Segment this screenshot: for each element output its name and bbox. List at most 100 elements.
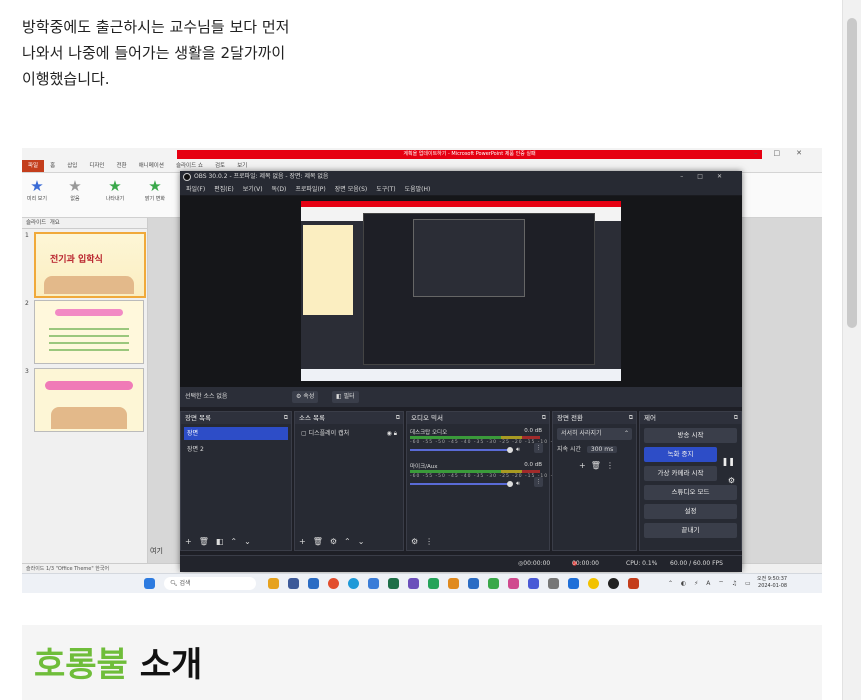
start-streaming-button[interactable]: 방송 시작 [644, 428, 737, 443]
obs-taskbar-icon[interactable] [608, 578, 619, 589]
effect-brightness-button[interactable]: ★ 밝기 변화 [142, 177, 168, 202]
slide-thumbnail-2[interactable] [34, 300, 144, 364]
remove-scene-icon[interactable]: 🗑 [199, 537, 209, 546]
speaker-icon[interactable]: 🔊︎ [516, 446, 520, 454]
scene-filter-icon[interactable]: ◧ [216, 537, 224, 546]
taskbar-search[interactable]: 🔍︎ 검색 [164, 577, 256, 590]
slide-thumbnail-3[interactable] [34, 368, 144, 432]
duration-input[interactable]: 300 ms [586, 446, 618, 453]
visibility-lock-icons[interactable]: ◉ 🔒︎ [387, 427, 397, 440]
app-icon[interactable] [488, 578, 499, 589]
properties-button[interactable]: ⚙ 속성 [292, 391, 319, 403]
app-icon[interactable] [368, 578, 379, 589]
obs-menu-item[interactable]: 편집(E) [214, 186, 234, 193]
stream-time: ◎ 00:00:00 [518, 560, 551, 567]
channel-menu-icon[interactable]: ⋮ [534, 443, 543, 453]
preview-button[interactable]: ★ 미리 보기 [24, 177, 50, 202]
volume-slider[interactable] [410, 481, 513, 487]
teams-icon[interactable] [528, 578, 539, 589]
source-item[interactable]: ▢ 디스플레이 캡처 ◉ 🔒︎ [298, 427, 400, 440]
edge-icon[interactable] [348, 578, 359, 589]
ppt-tab[interactable]: 홈 [44, 160, 61, 172]
chrome-icon[interactable] [328, 578, 339, 589]
move-up-icon[interactable]: ⌃ [344, 537, 351, 546]
start-virtual-camera-button[interactable]: 가상 카메라 시작 [644, 466, 717, 481]
scene-item[interactable]: 장면 [184, 427, 288, 440]
stop-recording-button[interactable]: 녹화 중지 [644, 447, 717, 462]
transition-menu-icon[interactable]: ⋮ [606, 461, 614, 470]
app-icon[interactable] [448, 578, 459, 589]
obs-menu-item[interactable]: 장면 모음(S) [335, 186, 367, 193]
ppt-tab-file[interactable]: 파일 [22, 160, 45, 172]
heading-text: 소개 [139, 645, 203, 685]
obs-menu-item[interactable]: 도구(T) [376, 186, 395, 193]
app-icon[interactable] [408, 578, 419, 589]
transition-actions: + 🗑 ⋮ [557, 460, 632, 472]
move-down-icon[interactable]: ⌄ [358, 537, 365, 546]
virtual-camera-settings-icon[interactable]: ⚙ [728, 476, 735, 485]
obs-menu-item[interactable]: 보기(V) [243, 186, 263, 193]
filters-button[interactable]: ◧ 필터 [332, 391, 359, 403]
taskbar-clock[interactable]: 오전 9:50:37 2024-01-08 [757, 576, 787, 590]
ppt-tab[interactable]: 디자인 [83, 160, 110, 172]
move-up-icon[interactable]: ⌃ [230, 537, 237, 546]
duration-label: 지속 시간 [557, 446, 581, 453]
mixer-menu-icon[interactable]: ⋮ [425, 537, 433, 546]
undock-icon[interactable]: ⧉ [542, 412, 546, 424]
ppt-title-bar: 계획을 업데이트하기 - Microsoft PowerPoint 제품 인증 … [22, 148, 822, 160]
pane-tab-outline[interactable]: 개요 [50, 220, 60, 226]
settings-button[interactable]: 설정 [644, 504, 737, 519]
pane-tab-slides[interactable]: 슬라이드 [26, 220, 46, 226]
app-icon[interactable] [388, 578, 399, 589]
studio-mode-button[interactable]: 스튜디오 모드 [644, 485, 737, 500]
app-icon[interactable] [288, 578, 299, 589]
app-icon[interactable] [548, 578, 559, 589]
move-down-icon[interactable]: ⌄ [244, 537, 251, 546]
ppt-tab[interactable]: 전환 [111, 160, 133, 172]
source-settings-icon[interactable]: ⚙ [330, 537, 337, 546]
undock-icon[interactable]: ⧉ [396, 412, 400, 424]
pause-icon[interactable]: ❚❚ [722, 457, 735, 466]
ppt-window-controls: –□✕ [754, 149, 818, 157]
app-icon[interactable] [588, 578, 599, 589]
undock-icon[interactable]: ⧉ [284, 412, 288, 424]
app-icon[interactable] [428, 578, 439, 589]
ppt-tab[interactable]: 삽입 [61, 160, 83, 172]
channel-menu-icon[interactable]: ⋮ [534, 477, 543, 487]
start-icon[interactable] [144, 578, 155, 589]
app-icon[interactable] [268, 578, 279, 589]
add-transition-icon[interactable]: + [579, 461, 586, 470]
slide-thumbnail-pane: 슬라이드 개요 1 전기과 입학식 2 3 [22, 218, 148, 563]
volume-slider[interactable] [410, 447, 513, 453]
app-icon[interactable] [508, 578, 519, 589]
ppt-tab[interactable]: 애니메이션 [133, 160, 170, 172]
remove-source-icon[interactable]: 🗑 [313, 537, 323, 546]
powerpoint-icon[interactable] [628, 578, 639, 589]
effect-none-button[interactable]: ★ 없음 [62, 177, 88, 202]
transition-select[interactable]: 서서히 사라지기 ⌃ [557, 428, 632, 440]
add-scene-icon[interactable]: + [185, 537, 192, 546]
undock-icon[interactable]: ⧉ [734, 412, 738, 424]
effect-appear-button[interactable]: ★ 나타내기 [102, 177, 128, 202]
exit-button[interactable]: 끝내기 [644, 523, 737, 538]
obs-menu-item[interactable]: 프로파일(P) [295, 186, 325, 193]
remove-transition-icon[interactable]: 🗑 [591, 461, 601, 470]
obs-menu-item[interactable]: 도움말(H) [405, 186, 431, 193]
obs-preview-area[interactable] [180, 196, 742, 387]
embedded-screenshot: 계획을 업데이트하기 - Microsoft PowerPoint 제품 인증 … [22, 148, 822, 593]
obs-menu-item[interactable]: 독(D) [272, 186, 287, 193]
app-icon[interactable] [568, 578, 579, 589]
obs-menu-item[interactable]: 파일(F) [186, 186, 205, 193]
app-icon[interactable] [308, 578, 319, 589]
scrollbar-thumb[interactable] [847, 18, 857, 328]
obs-window-controls[interactable]: –□✕ [680, 171, 736, 183]
page-scrollbar[interactable] [842, 0, 861, 700]
scene-item[interactable]: 장면 2 [184, 443, 288, 456]
add-source-icon[interactable]: + [299, 537, 306, 546]
mixer-settings-icon[interactable]: ⚙ [411, 537, 418, 546]
undock-icon[interactable]: ⧉ [629, 412, 633, 424]
speaker-icon[interactable]: 🔊︎ [516, 480, 520, 488]
app-icon[interactable] [468, 578, 479, 589]
slide-thumbnail-1[interactable]: 전기과 입학식 [34, 232, 146, 298]
system-tray[interactable]: ⌃ ◐ ⚡ A ⌔ ♫ ▭ [668, 579, 754, 587]
